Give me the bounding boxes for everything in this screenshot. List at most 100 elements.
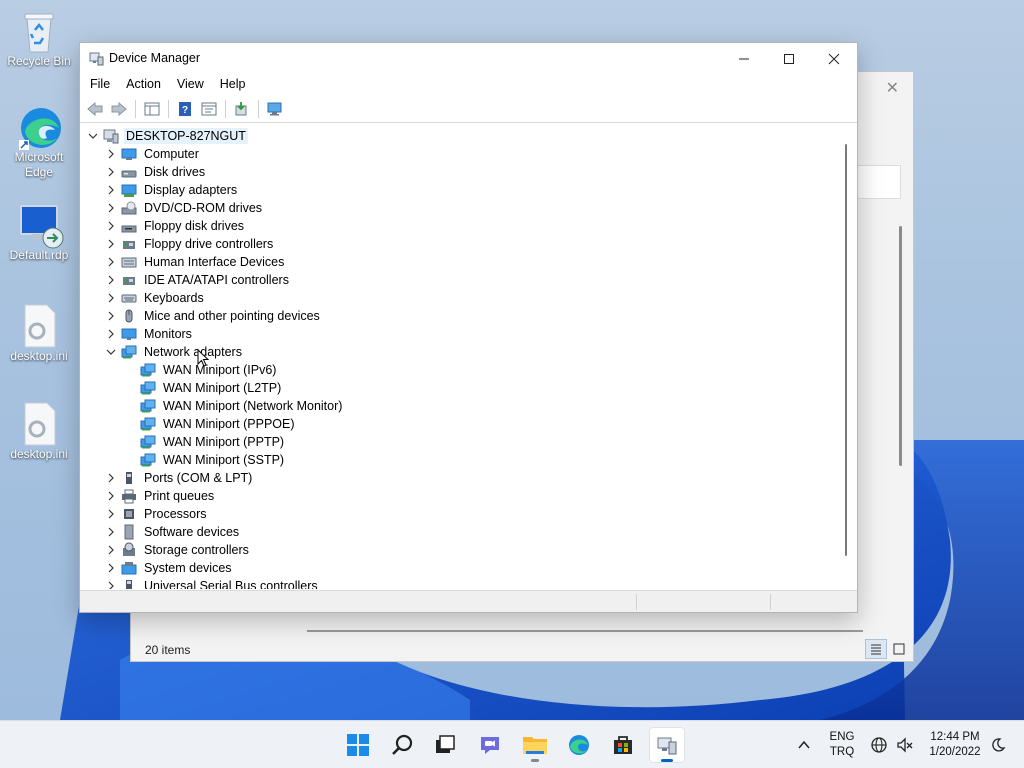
chevron-down-icon[interactable] bbox=[86, 127, 100, 145]
tree-device-row[interactable]: WAN Miniport (L2TP) bbox=[137, 379, 283, 397]
focus-assist-button[interactable] bbox=[986, 727, 1010, 763]
forward-button[interactable] bbox=[108, 98, 130, 120]
chevron-right-icon[interactable] bbox=[104, 271, 118, 289]
file-explorer-button[interactable] bbox=[517, 727, 553, 763]
menu-bar: File Action View Help bbox=[80, 74, 857, 96]
menu-file[interactable]: File bbox=[82, 74, 118, 96]
chevron-right-icon[interactable] bbox=[104, 559, 118, 577]
start-button[interactable] bbox=[340, 727, 376, 763]
status-divider bbox=[770, 594, 771, 610]
maximize-button[interactable] bbox=[766, 43, 812, 74]
chevron-right-icon[interactable] bbox=[104, 541, 118, 559]
back-button[interactable] bbox=[84, 98, 106, 120]
chevron-right-icon[interactable] bbox=[104, 253, 118, 271]
search-icon bbox=[392, 734, 413, 755]
device-manager-window[interactable]: Device Manager File Action View Help ? D… bbox=[79, 42, 858, 613]
chevron-right-icon[interactable] bbox=[104, 199, 118, 217]
desktop-icon-desktop-ini-2[interactable]: desktop.ini bbox=[1, 401, 77, 462]
svg-text:?: ? bbox=[182, 105, 188, 116]
tree-category-row[interactable]: Display adapters bbox=[104, 181, 239, 199]
tree-category-row[interactable]: Storage controllers bbox=[104, 541, 251, 559]
desktop-icon-desktop-ini-1[interactable]: desktop.ini bbox=[1, 303, 77, 364]
chevron-right-icon[interactable] bbox=[104, 325, 118, 343]
scan-hardware-button[interactable] bbox=[264, 98, 286, 120]
tree-category-row[interactable]: Keyboards bbox=[104, 289, 206, 307]
device-manager-taskbar-button[interactable] bbox=[649, 727, 685, 763]
menu-help[interactable]: Help bbox=[212, 74, 254, 96]
tree-category-row[interactable]: Software devices bbox=[104, 523, 241, 541]
show-hide-console-tree-button[interactable] bbox=[141, 98, 163, 120]
properties-button[interactable] bbox=[198, 98, 220, 120]
network-adapter-icon bbox=[140, 434, 156, 450]
chevron-right-icon[interactable] bbox=[104, 163, 118, 181]
tree-device-row[interactable]: WAN Miniport (Network Monitor) bbox=[137, 397, 344, 415]
desktop-icon-edge[interactable]: Microsoft Edge bbox=[1, 104, 77, 180]
tree-category-row[interactable]: Mice and other pointing devices bbox=[104, 307, 322, 325]
chevron-right-icon[interactable] bbox=[104, 487, 118, 505]
chevron-right-icon[interactable] bbox=[104, 181, 118, 199]
title-bar[interactable]: Device Manager bbox=[80, 43, 857, 74]
update-driver-button[interactable] bbox=[231, 98, 253, 120]
tree-category-row[interactable]: Ports (COM & LPT) bbox=[104, 469, 254, 487]
tree-category-row[interactable]: Monitors bbox=[104, 325, 194, 343]
chevron-right-icon[interactable] bbox=[104, 523, 118, 541]
tree-device-row[interactable]: WAN Miniport (PPTP) bbox=[137, 433, 286, 451]
volume-button[interactable] bbox=[892, 727, 918, 763]
tree-category-row[interactable]: Processors bbox=[104, 505, 209, 523]
tree-category-row[interactable]: Human Interface Devices bbox=[104, 253, 286, 271]
search-button[interactable] bbox=[385, 727, 421, 763]
scrollbar-thumb[interactable] bbox=[899, 226, 902, 466]
chevron-right-icon[interactable] bbox=[104, 469, 118, 487]
desktop-icon-recycle-bin[interactable]: Recycle Bin bbox=[1, 8, 77, 69]
tree-category-row[interactable]: System devices bbox=[104, 559, 234, 577]
tree-category-row[interactable]: Universal Serial Bus controllers bbox=[104, 577, 320, 589]
chevron-right-icon[interactable] bbox=[104, 289, 118, 307]
clock[interactable]: 12:44 PM 1/20/2022 bbox=[922, 730, 988, 760]
tree-category-label: Display adapters bbox=[144, 183, 238, 197]
help-button[interactable]: ? bbox=[174, 98, 196, 120]
show-hidden-icons-button[interactable] bbox=[790, 727, 818, 763]
tree-device-row[interactable]: WAN Miniport (PPPOE) bbox=[137, 415, 297, 433]
chevron-right-icon[interactable] bbox=[104, 307, 118, 325]
scrollbar[interactable] bbox=[895, 212, 907, 622]
close-icon[interactable]: ✕ bbox=[886, 78, 899, 98]
details-view-button[interactable] bbox=[865, 639, 887, 659]
edge-button[interactable] bbox=[561, 727, 597, 763]
menu-action[interactable]: Action bbox=[118, 74, 169, 96]
store-button[interactable] bbox=[605, 727, 641, 763]
large-icons-view-button[interactable] bbox=[888, 639, 910, 659]
tree-root[interactable]: DESKTOP-827NGUT bbox=[86, 127, 248, 145]
tree-device-label: WAN Miniport (SSTP) bbox=[163, 453, 285, 467]
minimize-button[interactable] bbox=[721, 43, 767, 74]
menu-view[interactable]: View bbox=[169, 74, 212, 96]
chevron-down-icon[interactable] bbox=[104, 343, 118, 361]
tree-category-row[interactable]: IDE ATA/ATAPI controllers bbox=[104, 271, 291, 289]
chat-button[interactable] bbox=[472, 727, 508, 763]
tree-category-row[interactable]: DVD/CD-ROM drives bbox=[104, 199, 264, 217]
desktop-icon-default-rdp[interactable]: Default.rdp bbox=[1, 202, 77, 263]
task-view-button[interactable] bbox=[427, 727, 463, 763]
tree-category-row[interactable]: Print queues bbox=[104, 487, 216, 505]
tree-device-row[interactable]: WAN Miniport (SSTP) bbox=[137, 451, 286, 469]
chevron-right-icon[interactable] bbox=[104, 505, 118, 523]
chevron-right-icon[interactable] bbox=[104, 235, 118, 253]
tree-category-row[interactable]: Computer bbox=[104, 145, 201, 163]
chevron-right-icon[interactable] bbox=[104, 145, 118, 163]
tree-category-row[interactable]: Disk drives bbox=[104, 163, 207, 181]
tree-device-label: WAN Miniport (L2TP) bbox=[163, 381, 282, 395]
desktop-icon-label: desktop.ini bbox=[10, 447, 68, 461]
scrollbar-thumb[interactable] bbox=[845, 144, 847, 556]
close-button[interactable] bbox=[811, 43, 857, 74]
input-language-indicator[interactable]: ENG TRQ bbox=[826, 730, 858, 760]
search-input[interactable] bbox=[857, 165, 901, 199]
minimize-icon bbox=[739, 58, 749, 59]
network-status-button[interactable] bbox=[866, 727, 892, 763]
tree-device-label: WAN Miniport (IPv6) bbox=[163, 363, 277, 377]
tree-category-row[interactable]: Floppy disk drives bbox=[104, 217, 246, 235]
scrollbar[interactable] bbox=[845, 144, 849, 556]
tree-category-row[interactable]: Network adapters bbox=[104, 343, 244, 361]
horizontal-scrollbar[interactable] bbox=[307, 630, 863, 632]
chevron-right-icon[interactable] bbox=[104, 217, 118, 235]
tree-category-row[interactable]: Floppy drive controllers bbox=[104, 235, 275, 253]
chevron-right-icon[interactable] bbox=[104, 577, 118, 589]
